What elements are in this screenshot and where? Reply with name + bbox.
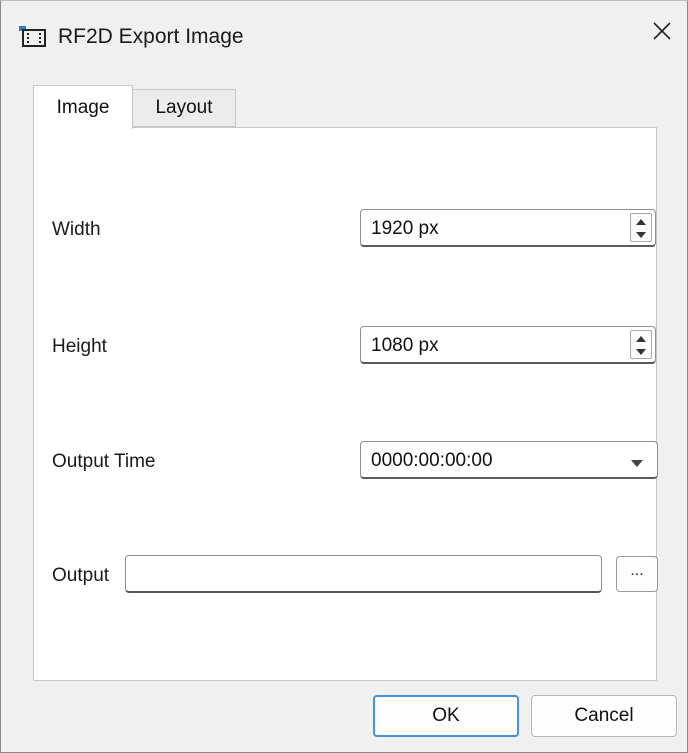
title-bar: RF2D Export Image bbox=[1, 1, 687, 67]
output-time-dropdown[interactable]: 0000:00:00:00 bbox=[360, 441, 658, 479]
arrow-down-icon bbox=[636, 342, 646, 360]
arrow-down-icon bbox=[636, 225, 646, 243]
output-label: Output bbox=[52, 565, 110, 586]
browse-button[interactable]: ... bbox=[616, 556, 658, 592]
close-button[interactable] bbox=[639, 11, 685, 55]
output-time-label: Output Time bbox=[52, 451, 156, 472]
ok-button[interactable]: OK bbox=[373, 695, 519, 737]
height-spinbox[interactable]: 1080 px bbox=[360, 326, 656, 364]
width-label: Width bbox=[52, 219, 101, 240]
height-decrement-button[interactable] bbox=[631, 345, 651, 359]
width-decrement-button[interactable] bbox=[631, 228, 651, 242]
chevron-down-icon bbox=[631, 455, 643, 473]
output-time-value: 0000:00:00:00 bbox=[371, 450, 493, 471]
window-title: RF2D Export Image bbox=[58, 25, 244, 48]
tab-image[interactable]: Image bbox=[33, 85, 133, 129]
height-value: 1080 px bbox=[371, 335, 439, 356]
height-spin-arrows bbox=[630, 330, 652, 359]
output-path-field[interactable] bbox=[125, 555, 602, 593]
cancel-button[interactable]: Cancel bbox=[531, 695, 677, 737]
width-spin-arrows bbox=[630, 213, 652, 242]
width-value: 1920 px bbox=[371, 218, 439, 239]
width-spinbox[interactable]: 1920 px bbox=[360, 209, 656, 247]
film-export-icon bbox=[19, 26, 49, 48]
export-image-dialog: RF2D Export Image Image Layout Width 192… bbox=[0, 0, 688, 753]
tab-layout[interactable]: Layout bbox=[132, 89, 236, 127]
height-label: Height bbox=[52, 336, 107, 357]
close-icon bbox=[653, 21, 671, 45]
